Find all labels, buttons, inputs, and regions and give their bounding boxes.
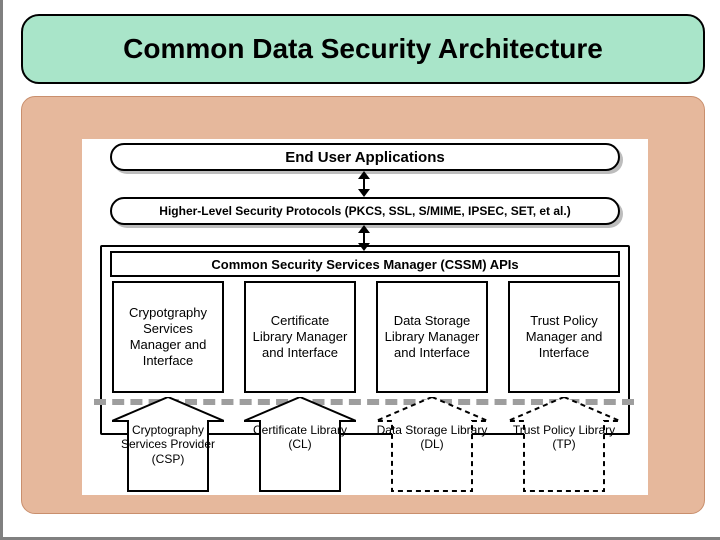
content-panel: End User Applications Higher-Level Secur… [21, 96, 705, 514]
provider-arrow-csp: Cryptography Services Provider (CSP) [112, 397, 224, 493]
manager-row: Crypotgraphy Services Manager and Interf… [112, 281, 618, 393]
provider-arrow-tp: Trust Policy Library (TP) [508, 397, 620, 493]
provider-label: Certificate Library (CL) [244, 423, 356, 452]
manager-label: Certificate Library Manager and Interfac… [250, 313, 350, 362]
double-arrow-icon [358, 171, 370, 197]
manager-label: Data Storage Library Manager and Interfa… [382, 313, 482, 362]
layer-label: End User Applications [285, 149, 444, 166]
manager-box-certificate: Certificate Library Manager and Interfac… [244, 281, 356, 393]
architecture-diagram: End User Applications Higher-Level Secur… [82, 139, 648, 495]
manager-box-data-storage: Data Storage Library Manager and Interfa… [376, 281, 488, 393]
layer-end-user-applications: End User Applications [110, 143, 620, 171]
provider-label: Trust Policy Library (TP) [508, 423, 620, 452]
manager-label: Trust Policy Manager and Interface [514, 313, 614, 362]
provider-arrow-dl: Data Storage Library (DL) [376, 397, 488, 493]
layer-label: Common Security Services Manager (CSSM) … [211, 257, 518, 272]
layer-cssm-apis: Common Security Services Manager (CSSM) … [110, 251, 620, 277]
provider-label: Data Storage Library (DL) [376, 423, 488, 452]
provider-arrow-cl: Certificate Library (CL) [244, 397, 356, 493]
provider-row: Cryptography Services Provider (CSP) Cer… [112, 397, 618, 493]
layer-security-protocols: Higher-Level Security Protocols (PKCS, S… [110, 197, 620, 225]
provider-label: Cryptography Services Provider (CSP) [112, 423, 224, 466]
slide-title: Common Data Security Architecture [123, 33, 603, 65]
manager-box-cryptography: Crypotgraphy Services Manager and Interf… [112, 281, 224, 393]
slide: Common Data Security Architecture End Us… [0, 0, 720, 540]
slide-title-band: Common Data Security Architecture [21, 14, 705, 84]
layer-label: Higher-Level Security Protocols (PKCS, S… [159, 204, 570, 218]
manager-box-trust-policy: Trust Policy Manager and Interface [508, 281, 620, 393]
manager-label: Crypotgraphy Services Manager and Interf… [118, 305, 218, 370]
